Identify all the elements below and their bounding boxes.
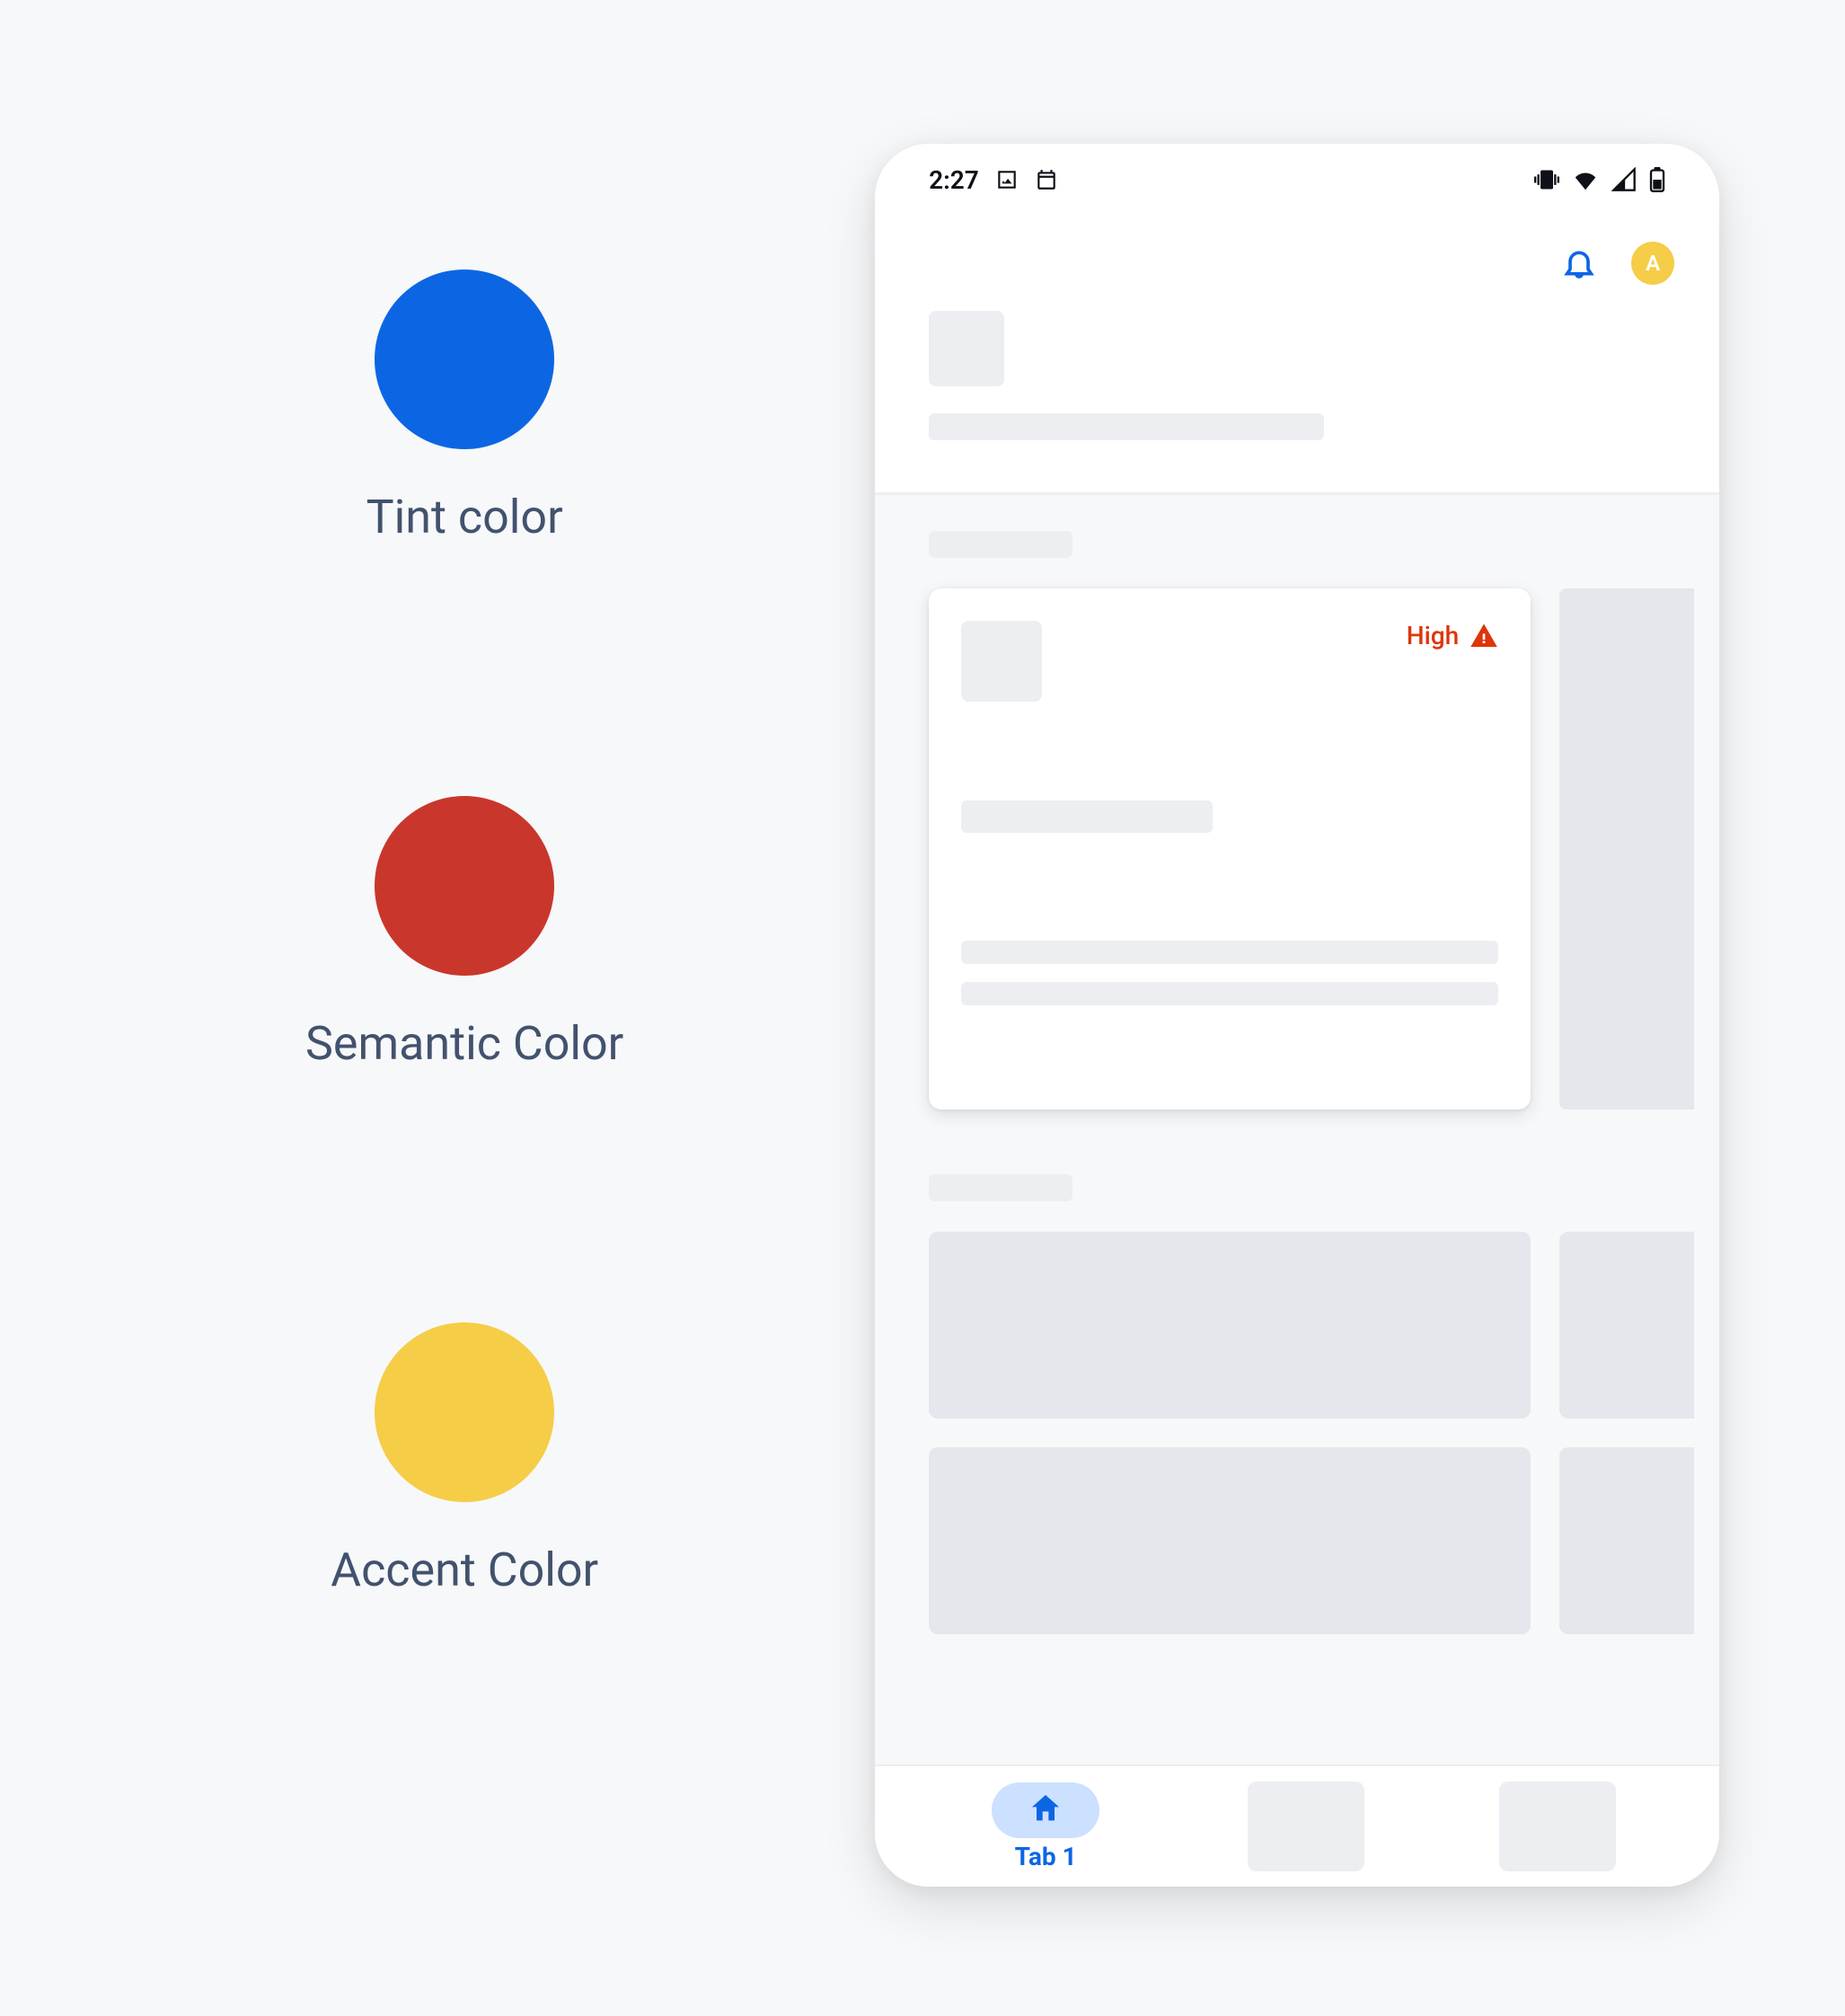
section-title-skeleton	[929, 1174, 1073, 1201]
tab-1[interactable]: Tab 1	[978, 1782, 1113, 1871]
wifi-icon	[1572, 166, 1599, 193]
status-time: 2:27	[929, 165, 979, 195]
tab-2-skeleton[interactable]	[1248, 1782, 1364, 1871]
accent-swatch	[375, 1322, 554, 1502]
avatar[interactable]: A	[1631, 242, 1674, 285]
tile-peek-skeleton[interactable]	[1559, 1232, 1694, 1419]
card-line-skeleton	[961, 982, 1498, 1005]
bottom-navigation: Tab 1	[875, 1764, 1719, 1887]
page-header	[875, 311, 1719, 492]
signal-icon	[1611, 167, 1637, 192]
priority-label: High	[1407, 621, 1459, 650]
tab-1-label: Tab 1	[1015, 1842, 1077, 1871]
battery-icon	[1649, 167, 1665, 192]
tint-label: Tint color	[366, 490, 563, 544]
card-peek[interactable]	[1559, 588, 1694, 1110]
phone-frame: 2:27	[875, 144, 1719, 1887]
tab-pill-active	[992, 1782, 1099, 1838]
legend-item-semantic: Semantic Color	[305, 796, 623, 1071]
priority-badge: High	[1407, 621, 1498, 650]
tile-skeleton[interactable]	[929, 1447, 1531, 1634]
page-content: High	[875, 495, 1719, 1887]
tile-peek-skeleton[interactable]	[1559, 1447, 1694, 1634]
semantic-label: Semantic Color	[305, 1016, 623, 1071]
app-top-bar: A	[875, 216, 1719, 311]
bell-icon[interactable]	[1561, 245, 1597, 281]
card-title-skeleton	[961, 800, 1213, 833]
calendar-icon	[1035, 168, 1058, 191]
header-title-skeleton	[929, 413, 1324, 440]
image-icon	[995, 168, 1019, 191]
content-card[interactable]: High	[929, 588, 1531, 1110]
vibrate-icon	[1534, 167, 1559, 192]
legend-item-accent: Accent Color	[331, 1322, 598, 1597]
card-line-skeleton	[961, 941, 1498, 964]
warning-icon	[1470, 622, 1498, 650]
legend-column: Tint color Semantic Color Accent Color	[90, 144, 839, 1926]
status-bar: 2:27	[875, 144, 1719, 216]
tint-swatch	[375, 270, 554, 449]
card-icon-skeleton	[961, 621, 1042, 702]
legend-item-tint: Tint color	[366, 270, 563, 544]
header-avatar-skeleton	[929, 311, 1004, 386]
accent-label: Accent Color	[331, 1543, 598, 1597]
semantic-swatch	[375, 796, 554, 976]
tab-3-skeleton[interactable]	[1499, 1782, 1616, 1871]
section-title-skeleton	[929, 531, 1073, 558]
home-icon	[1028, 1791, 1064, 1830]
tile-skeleton[interactable]	[929, 1232, 1531, 1419]
